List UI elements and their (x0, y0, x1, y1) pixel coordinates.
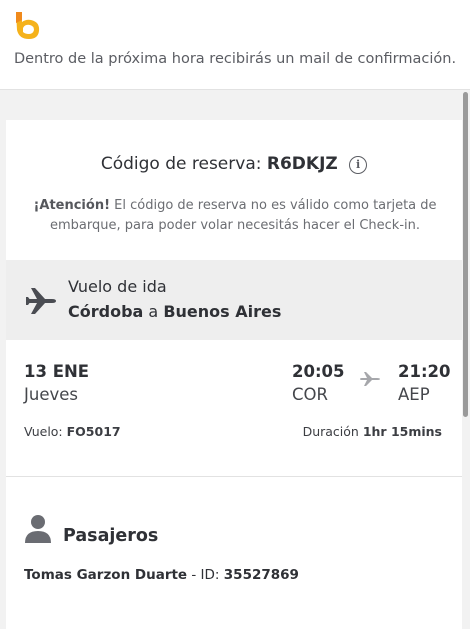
duration-value: 1hr 15mins (362, 424, 442, 439)
passenger-name: Tomas Garzon Duarte (24, 567, 188, 583)
destination-city: Buenos Aires (163, 302, 282, 321)
passenger-item: Tomas Garzon Duarte - ID: 35527869 (24, 567, 299, 583)
flight-date: 13 ENE (24, 362, 90, 381)
section-divider (6, 476, 462, 477)
top-bar (0, 0, 470, 48)
reservation-code-line: Código de reserva: R6DKJZ i (6, 154, 462, 174)
arrival-time: 21:20 (398, 362, 451, 381)
reservation-code: R6DKJZ (266, 154, 338, 174)
duration-label: Duración (302, 424, 359, 439)
flight-number-line: Vuelo: FO5017 (24, 424, 121, 439)
plane-small-icon (360, 372, 380, 386)
reservation-code-label: Código de reserva: (100, 154, 262, 174)
passenger-id-label: - ID: (191, 567, 220, 583)
flight-header: Vuelo de ida Córdoba a Buenos Aires (6, 260, 462, 340)
reservation-card: Código de reserva: R6DKJZ i ¡Atención! E… (6, 120, 462, 629)
flight-route: Córdoba a Buenos Aires (68, 302, 281, 321)
passengers-title: Pasajeros (63, 526, 159, 546)
confirmation-notice: Dentro de la próxima hora recibirás un m… (0, 48, 470, 90)
scrollbar[interactable] (463, 92, 468, 417)
passenger-id: 35527869 (223, 567, 299, 583)
info-icon[interactable]: i (349, 156, 368, 174)
arrival-airport: AEP (398, 385, 430, 404)
origin-city: Córdoba (68, 302, 144, 321)
departure-airport: COR (292, 385, 328, 404)
flight-number: FO5017 (66, 424, 121, 439)
airline-logo-icon[interactable] (13, 10, 43, 40)
attention-message: ¡Atención! El código de reserva no es vá… (30, 196, 440, 236)
departure-time: 20:05 (292, 362, 345, 381)
attention-label: ¡Atención! (33, 198, 111, 213)
person-icon (25, 515, 51, 543)
plane-icon (26, 288, 56, 314)
flight-section-label: Vuelo de ida (68, 277, 167, 296)
flight-weekday: Jueves (24, 385, 78, 404)
duration-line: Duración 1hr 15mins (303, 424, 442, 439)
flight-number-label: Vuelo: (24, 424, 63, 439)
route-connector: a (148, 302, 159, 321)
